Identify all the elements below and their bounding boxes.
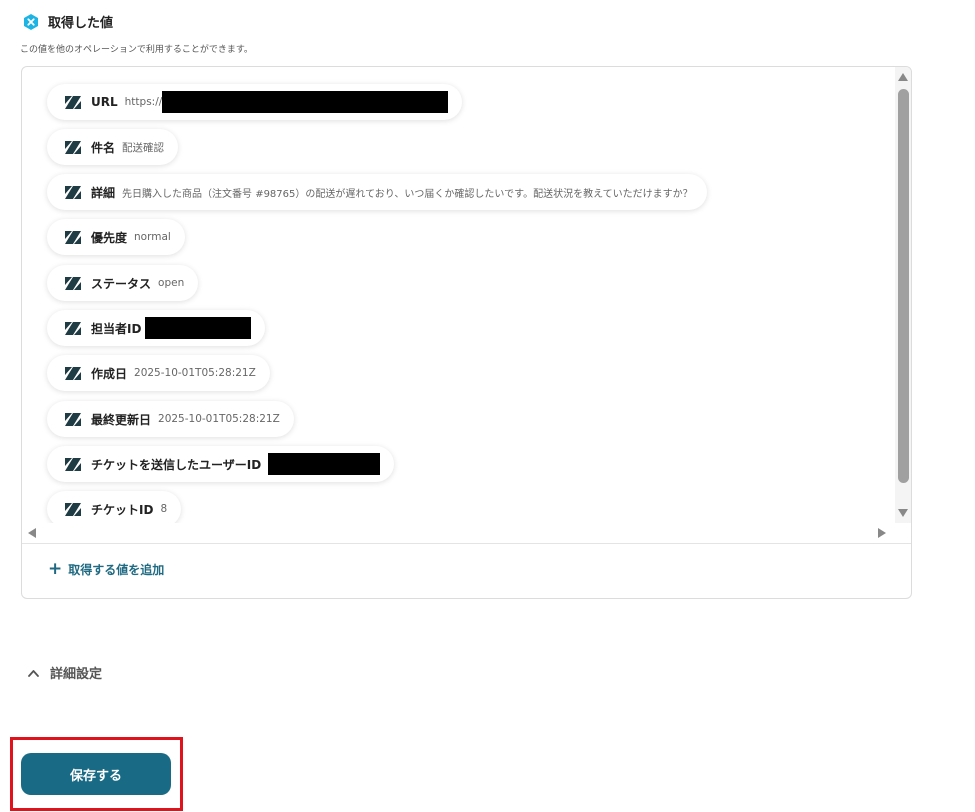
value-text: 2025-10-01T05:28:21Z bbox=[134, 367, 256, 379]
add-value-button[interactable]: + 取得する値を追加 bbox=[48, 561, 164, 578]
zendesk-icon bbox=[65, 230, 81, 244]
value-pill-created[interactable]: 作成日 2025-10-01T05:28:21Z bbox=[47, 355, 270, 391]
value-pill-url[interactable]: URL https:// bbox=[47, 84, 463, 120]
scroll-left-arrow-icon[interactable] bbox=[28, 528, 36, 538]
redacted-value bbox=[162, 91, 449, 113]
value-key: URL bbox=[91, 95, 118, 109]
zendesk-icon bbox=[65, 140, 81, 154]
value-key: チケットを送信したユーザーID bbox=[91, 457, 262, 472]
value-key: 件名 bbox=[91, 140, 116, 155]
add-value-label: 取得する値を追加 bbox=[68, 563, 165, 577]
value-pill-updated[interactable]: 最終更新日 2025-10-01T05:28:21Z bbox=[47, 401, 294, 437]
chevron-up-icon bbox=[28, 669, 39, 677]
zendesk-icon bbox=[65, 502, 81, 516]
zendesk-icon bbox=[65, 366, 81, 380]
value-pill-assignee-id[interactable]: 担当者ID bbox=[47, 310, 266, 346]
scroll-down-arrow-icon[interactable] bbox=[898, 509, 908, 517]
value-text: 2025-10-01T05:28:21Z bbox=[158, 413, 280, 425]
value-pill-requester-id[interactable]: チケットを送信したユーザーID bbox=[47, 446, 395, 482]
value-text: https:// bbox=[124, 96, 163, 108]
value-key: 詳細 bbox=[91, 185, 116, 200]
horizontal-scrollbar[interactable] bbox=[22, 523, 895, 543]
value-pill-priority[interactable]: 優先度 normal bbox=[47, 219, 185, 255]
value-pill-subject[interactable]: 件名 配送確認 bbox=[47, 129, 179, 165]
value-text: normal bbox=[134, 231, 171, 243]
zendesk-icon bbox=[65, 321, 81, 335]
value-pill-detail[interactable]: 詳細 先日購入した商品（注文番号 #98765）の配送が遅れており、いつ届くか確… bbox=[47, 174, 707, 210]
value-text: 先日購入した商品（注文番号 #98765）の配送が遅れており、いつ届くか確認した… bbox=[122, 188, 693, 200]
value-key: 最終更新日 bbox=[91, 412, 152, 427]
advanced-settings-label: 詳細設定 bbox=[50, 667, 103, 682]
divider bbox=[22, 543, 911, 544]
value-key: チケットID bbox=[91, 502, 154, 517]
hex-x-icon bbox=[22, 13, 40, 31]
value-key: ステータス bbox=[91, 276, 152, 291]
zendesk-icon bbox=[65, 95, 81, 109]
values-list[interactable]: URL https:// 件名 配送確認 詳細 先日購入した商品（注文番号 #9… bbox=[22, 67, 895, 523]
value-text: 8 bbox=[160, 503, 168, 515]
save-button[interactable]: 保存する bbox=[21, 753, 171, 795]
advanced-settings-toggle[interactable]: 詳細設定 bbox=[28, 663, 102, 682]
scroll-up-arrow-icon[interactable] bbox=[898, 73, 908, 81]
zendesk-icon bbox=[65, 412, 81, 426]
values-panel: URL https:// 件名 配送確認 詳細 先日購入した商品（注文番号 #9… bbox=[21, 66, 912, 599]
redacted-value bbox=[268, 453, 381, 475]
section-header: 取得した値 bbox=[22, 12, 113, 31]
vertical-scrollbar[interactable] bbox=[895, 67, 911, 523]
zendesk-icon bbox=[65, 185, 81, 199]
value-key: 優先度 bbox=[91, 230, 128, 245]
plus-icon: + bbox=[48, 559, 63, 579]
redacted-value bbox=[145, 317, 252, 339]
section-description: この値を他のオペレーションで利用することができます。 bbox=[20, 45, 253, 55]
vertical-scroll-thumb[interactable] bbox=[898, 89, 909, 483]
value-key: 作成日 bbox=[91, 366, 128, 381]
value-pill-ticket-id[interactable]: チケットID 8 bbox=[47, 491, 182, 523]
value-text: open bbox=[158, 277, 185, 289]
value-pill-status[interactable]: ステータス open bbox=[47, 265, 199, 301]
scroll-right-arrow-icon[interactable] bbox=[878, 528, 886, 538]
zendesk-icon bbox=[65, 457, 81, 471]
value-key: 担当者ID bbox=[91, 321, 142, 336]
zendesk-icon bbox=[65, 276, 81, 290]
value-text: 配送確認 bbox=[122, 141, 165, 154]
section-title: 取得した値 bbox=[48, 16, 114, 31]
